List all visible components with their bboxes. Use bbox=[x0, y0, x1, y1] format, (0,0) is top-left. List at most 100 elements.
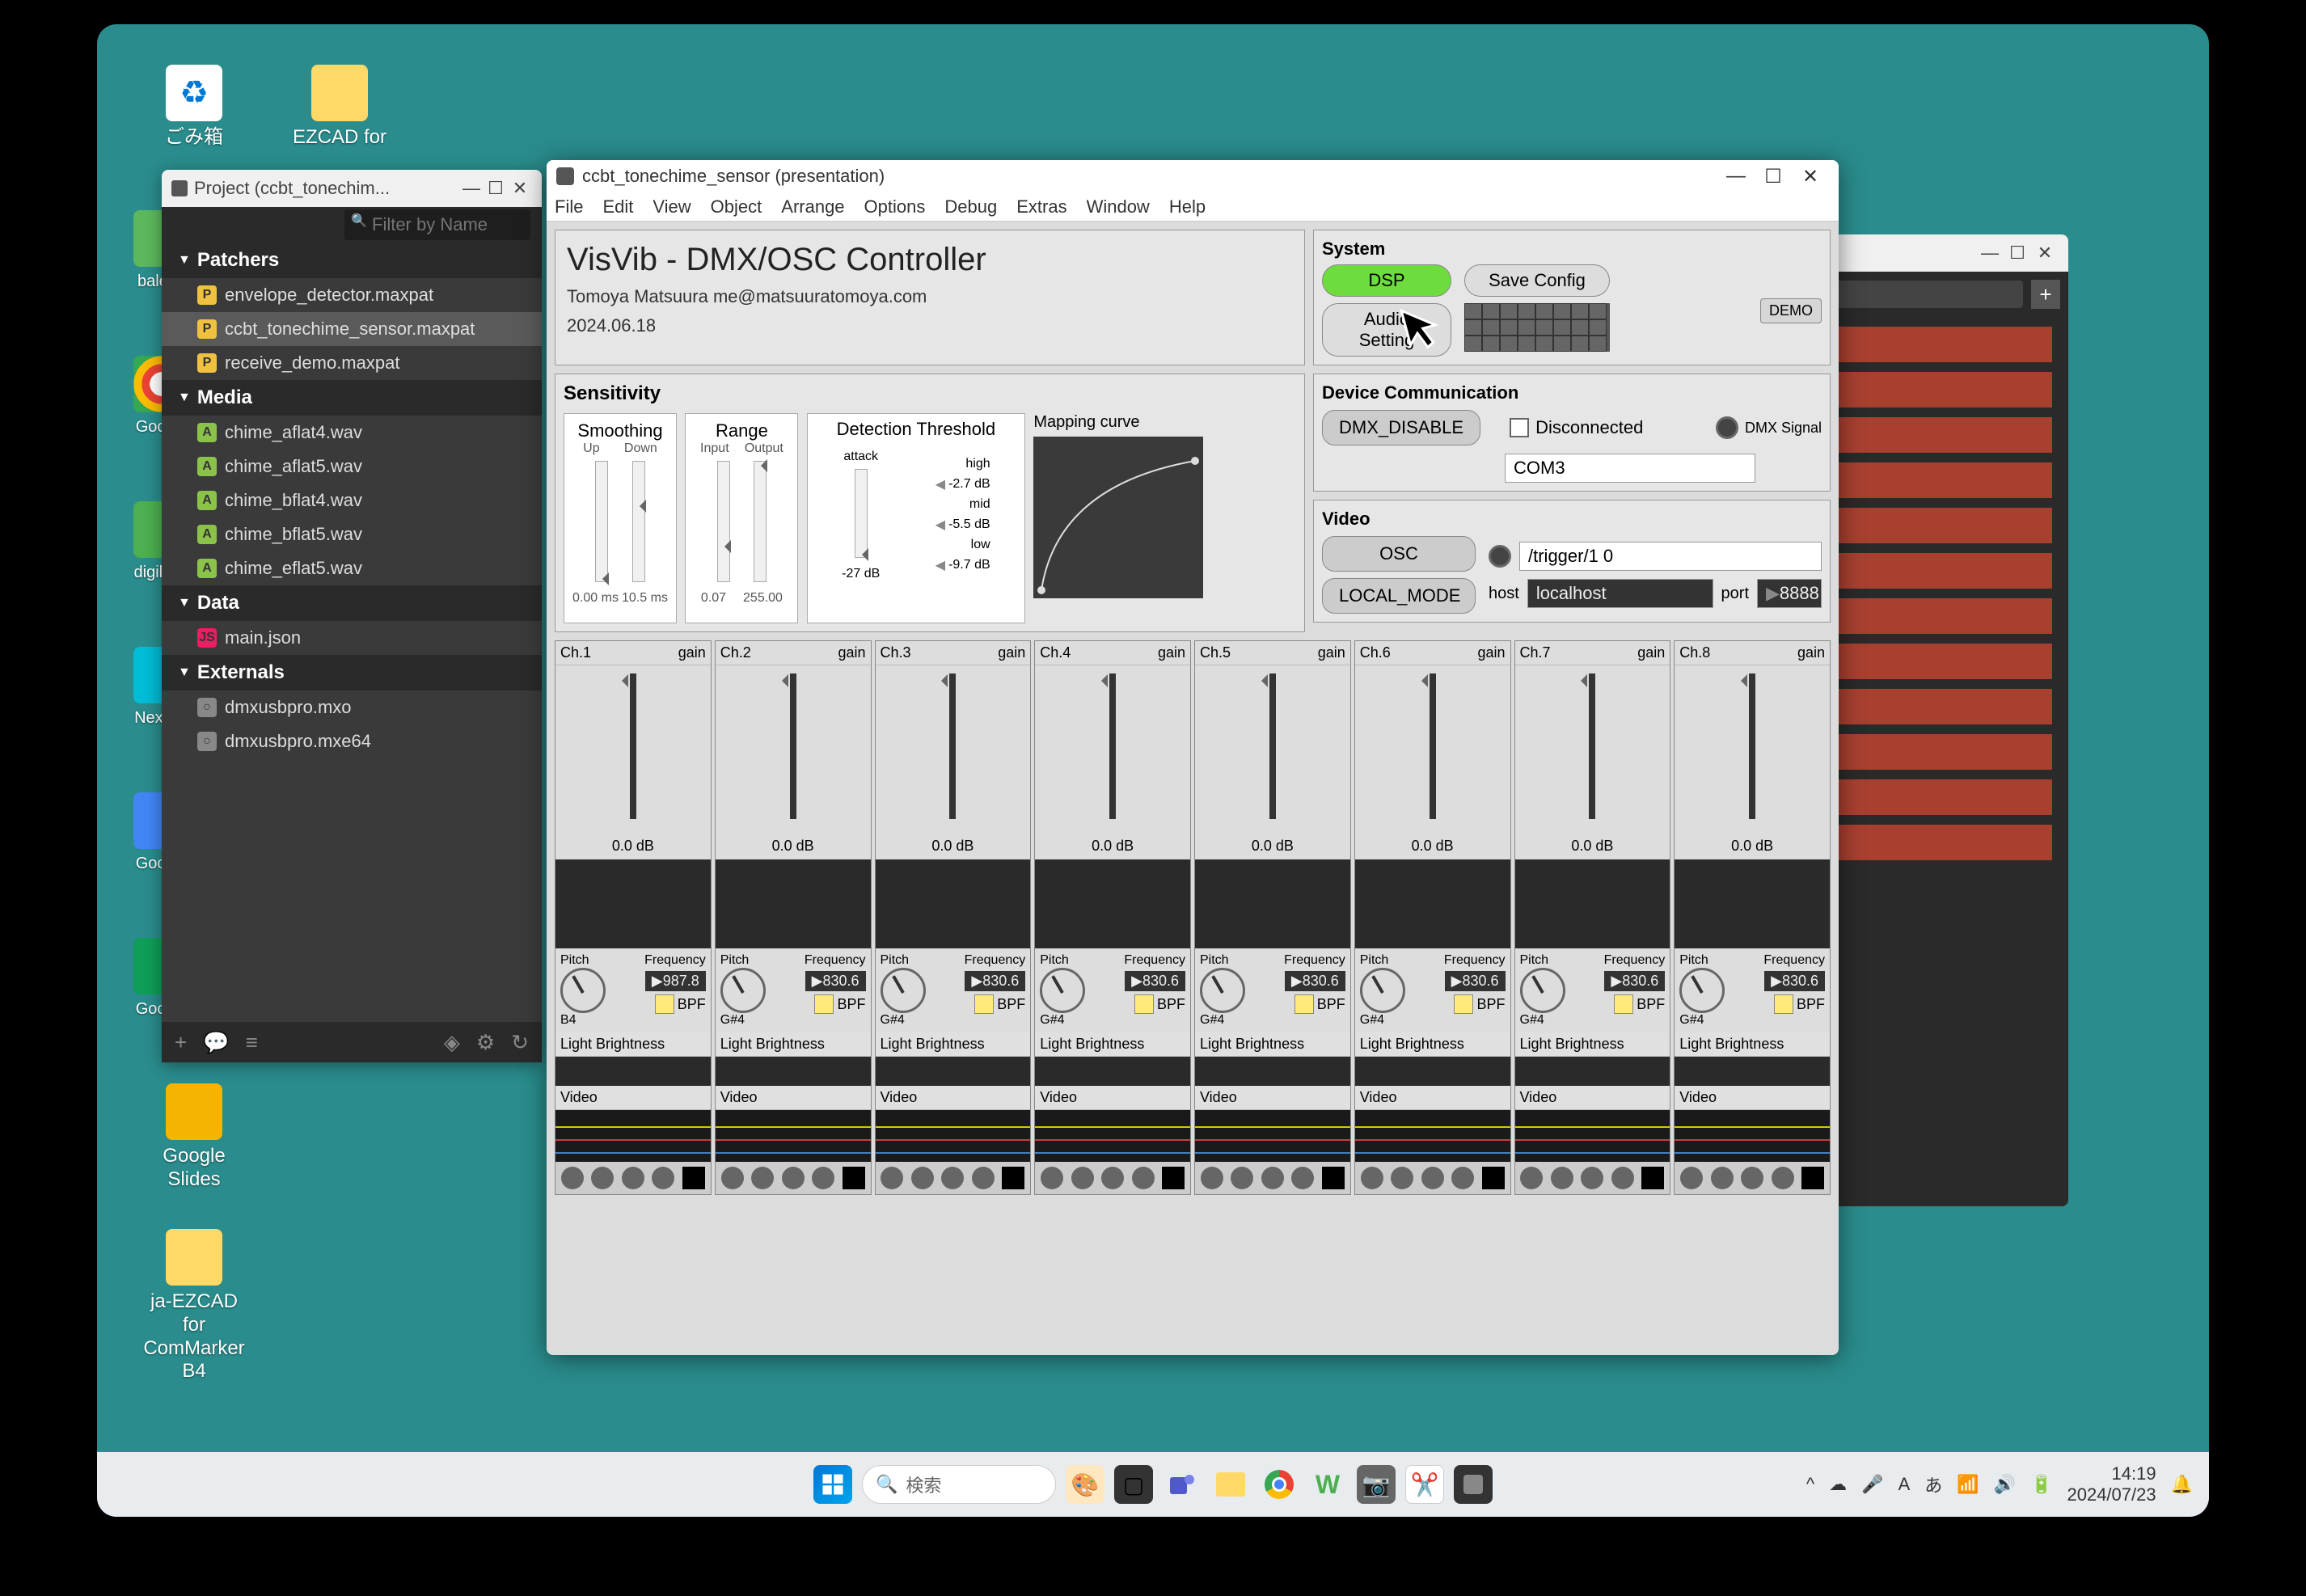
tree-section-patchers[interactable]: Patchers bbox=[162, 243, 542, 278]
pitch-dial[interactable] bbox=[1200, 968, 1245, 1013]
indicator-dot[interactable] bbox=[1451, 1167, 1474, 1189]
pitch-dial[interactable] bbox=[1360, 968, 1405, 1013]
tree-item[interactable]: Achime_eflat5.wav bbox=[162, 551, 542, 585]
start-button[interactable] bbox=[813, 1465, 852, 1504]
taskbar-camera[interactable]: 📷 bbox=[1357, 1465, 1396, 1504]
add-icon[interactable]: + bbox=[2031, 280, 2060, 309]
tray-cloud-icon[interactable]: ☁ bbox=[1829, 1474, 1847, 1495]
taskbar-chrome[interactable] bbox=[1260, 1465, 1299, 1504]
indicator-square[interactable] bbox=[843, 1167, 865, 1189]
port-input[interactable]: ▶8888 bbox=[1757, 579, 1822, 608]
bpf-toggle[interactable]: BPF bbox=[1454, 994, 1505, 1014]
slider[interactable] bbox=[855, 469, 868, 558]
indicator-dot[interactable] bbox=[911, 1167, 934, 1189]
close-icon[interactable]: ✕ bbox=[2031, 243, 2059, 264]
tray-wifi-icon[interactable]: 📶 bbox=[1957, 1474, 1979, 1495]
slider[interactable] bbox=[717, 461, 730, 582]
tree-section-media[interactable]: Media bbox=[162, 380, 542, 416]
pitch-dial[interactable] bbox=[1040, 968, 1085, 1013]
bpf-toggle[interactable]: BPF bbox=[655, 994, 706, 1014]
tray-language-icon[interactable]: A bbox=[1898, 1474, 1911, 1495]
tree-item[interactable]: ○dmxusbpro.mxo bbox=[162, 690, 542, 724]
menu-view[interactable]: View bbox=[653, 196, 691, 217]
indicator-dot[interactable] bbox=[1132, 1167, 1155, 1189]
tree-item[interactable]: JSmain.json bbox=[162, 621, 542, 655]
add-icon[interactable]: + bbox=[175, 1030, 187, 1055]
tree-section-data[interactable]: Data bbox=[162, 585, 542, 621]
indicator-dot[interactable] bbox=[1201, 1167, 1223, 1189]
search-box[interactable]: 🔍 検索 bbox=[862, 1465, 1056, 1504]
gain-slider[interactable] bbox=[1749, 673, 1755, 819]
refresh-icon[interactable]: ↻ bbox=[511, 1030, 529, 1055]
tray-ime-icon[interactable]: あ bbox=[1924, 1471, 1942, 1497]
slider[interactable] bbox=[595, 461, 608, 582]
bpf-toggle[interactable]: BPF bbox=[1134, 994, 1185, 1014]
tree-item[interactable]: Pccbt_tonechime_sensor.maxpat bbox=[162, 312, 542, 346]
taskbar-app-1[interactable]: 🎨 bbox=[1066, 1465, 1104, 1504]
indicator-dot[interactable] bbox=[751, 1167, 774, 1189]
indicator-dot[interactable] bbox=[1071, 1167, 1094, 1189]
indicator-dot[interactable] bbox=[622, 1167, 644, 1189]
tray-chevron-icon[interactable]: ^ bbox=[1806, 1474, 1814, 1495]
gain-slider[interactable] bbox=[1109, 673, 1116, 819]
indicator-dot[interactable] bbox=[881, 1167, 903, 1189]
save-config-button[interactable]: Save Config bbox=[1464, 264, 1610, 297]
menu-file[interactable]: File bbox=[555, 196, 583, 217]
osc-button[interactable]: OSC bbox=[1322, 536, 1476, 572]
mapping-curve[interactable] bbox=[1033, 437, 1203, 598]
indicator-dot[interactable] bbox=[721, 1167, 744, 1189]
menu-arrange[interactable]: Arrange bbox=[781, 196, 844, 217]
frequency-value[interactable]: ▶830.6 bbox=[1604, 971, 1665, 991]
bpf-toggle[interactable]: BPF bbox=[1294, 994, 1345, 1014]
pitch-dial[interactable] bbox=[1679, 968, 1725, 1013]
tree-item[interactable]: Achime_aflat5.wav bbox=[162, 450, 542, 483]
gear-icon[interactable]: ⚙ bbox=[476, 1030, 495, 1055]
gain-slider[interactable] bbox=[1430, 673, 1436, 819]
list-icon[interactable]: ≡ bbox=[246, 1030, 258, 1055]
indicator-square[interactable] bbox=[1322, 1167, 1345, 1189]
gain-slider[interactable] bbox=[1589, 673, 1595, 819]
tray-battery-icon[interactable]: 🔋 bbox=[2030, 1474, 2052, 1495]
audio-setting-button[interactable]: Audio Setting bbox=[1322, 303, 1451, 357]
host-input[interactable]: localhost bbox=[1527, 579, 1713, 608]
gain-slider[interactable] bbox=[1269, 673, 1276, 819]
indicator-square[interactable] bbox=[1002, 1167, 1024, 1189]
tree-item[interactable]: Achime_bflat5.wav bbox=[162, 517, 542, 551]
taskbar-max[interactable] bbox=[1454, 1465, 1493, 1504]
menu-options[interactable]: Options bbox=[864, 196, 926, 217]
tree-item[interactable]: Achime_bflat4.wav bbox=[162, 483, 542, 517]
menu-edit[interactable]: Edit bbox=[602, 196, 633, 217]
indicator-dot[interactable] bbox=[1520, 1167, 1543, 1189]
tree-item[interactable]: Preceive_demo.maxpat bbox=[162, 346, 542, 380]
frequency-value[interactable]: ▶830.6 bbox=[1764, 971, 1825, 991]
bpf-toggle[interactable]: BPF bbox=[1614, 994, 1665, 1014]
bpf-toggle[interactable]: BPF bbox=[814, 994, 865, 1014]
close-icon[interactable]: ✕ bbox=[1792, 165, 1829, 188]
close-icon[interactable]: ✕ bbox=[508, 178, 532, 199]
slider[interactable] bbox=[632, 461, 645, 582]
indicator-dot[interactable] bbox=[1551, 1167, 1573, 1189]
menu-window[interactable]: Window bbox=[1087, 196, 1150, 217]
indicator-dot[interactable] bbox=[782, 1167, 805, 1189]
indicator-dot[interactable] bbox=[1391, 1167, 1413, 1189]
minimize-icon[interactable]: — bbox=[1717, 165, 1755, 188]
taskbar-snip[interactable]: ✂️ bbox=[1405, 1465, 1444, 1504]
indicator-dot[interactable] bbox=[1711, 1167, 1734, 1189]
gain-slider[interactable] bbox=[949, 673, 956, 819]
maximize-icon[interactable]: ☐ bbox=[1755, 165, 1792, 188]
pitch-dial[interactable] bbox=[560, 968, 606, 1013]
desktop-icon-ezcad[interactable]: EZCAD for bbox=[283, 65, 396, 150]
dmx-disable-button[interactable]: DMX_DISABLE bbox=[1322, 410, 1480, 445]
indicator-dot[interactable] bbox=[812, 1167, 834, 1189]
indicator-dot[interactable] bbox=[941, 1167, 964, 1189]
message-icon[interactable]: 💬 bbox=[203, 1030, 229, 1055]
dsp-button[interactable]: DSP bbox=[1322, 264, 1451, 297]
bpf-toggle[interactable]: BPF bbox=[974, 994, 1025, 1014]
frequency-value[interactable]: ▶830.6 bbox=[805, 971, 866, 991]
indicator-dot[interactable] bbox=[561, 1167, 584, 1189]
menu-help[interactable]: Help bbox=[1169, 196, 1206, 217]
layers-icon[interactable]: ◈ bbox=[444, 1030, 460, 1055]
taskbar-teams[interactable] bbox=[1163, 1465, 1202, 1504]
indicator-dot[interactable] bbox=[1421, 1167, 1444, 1189]
indicator-square[interactable] bbox=[1641, 1167, 1664, 1189]
